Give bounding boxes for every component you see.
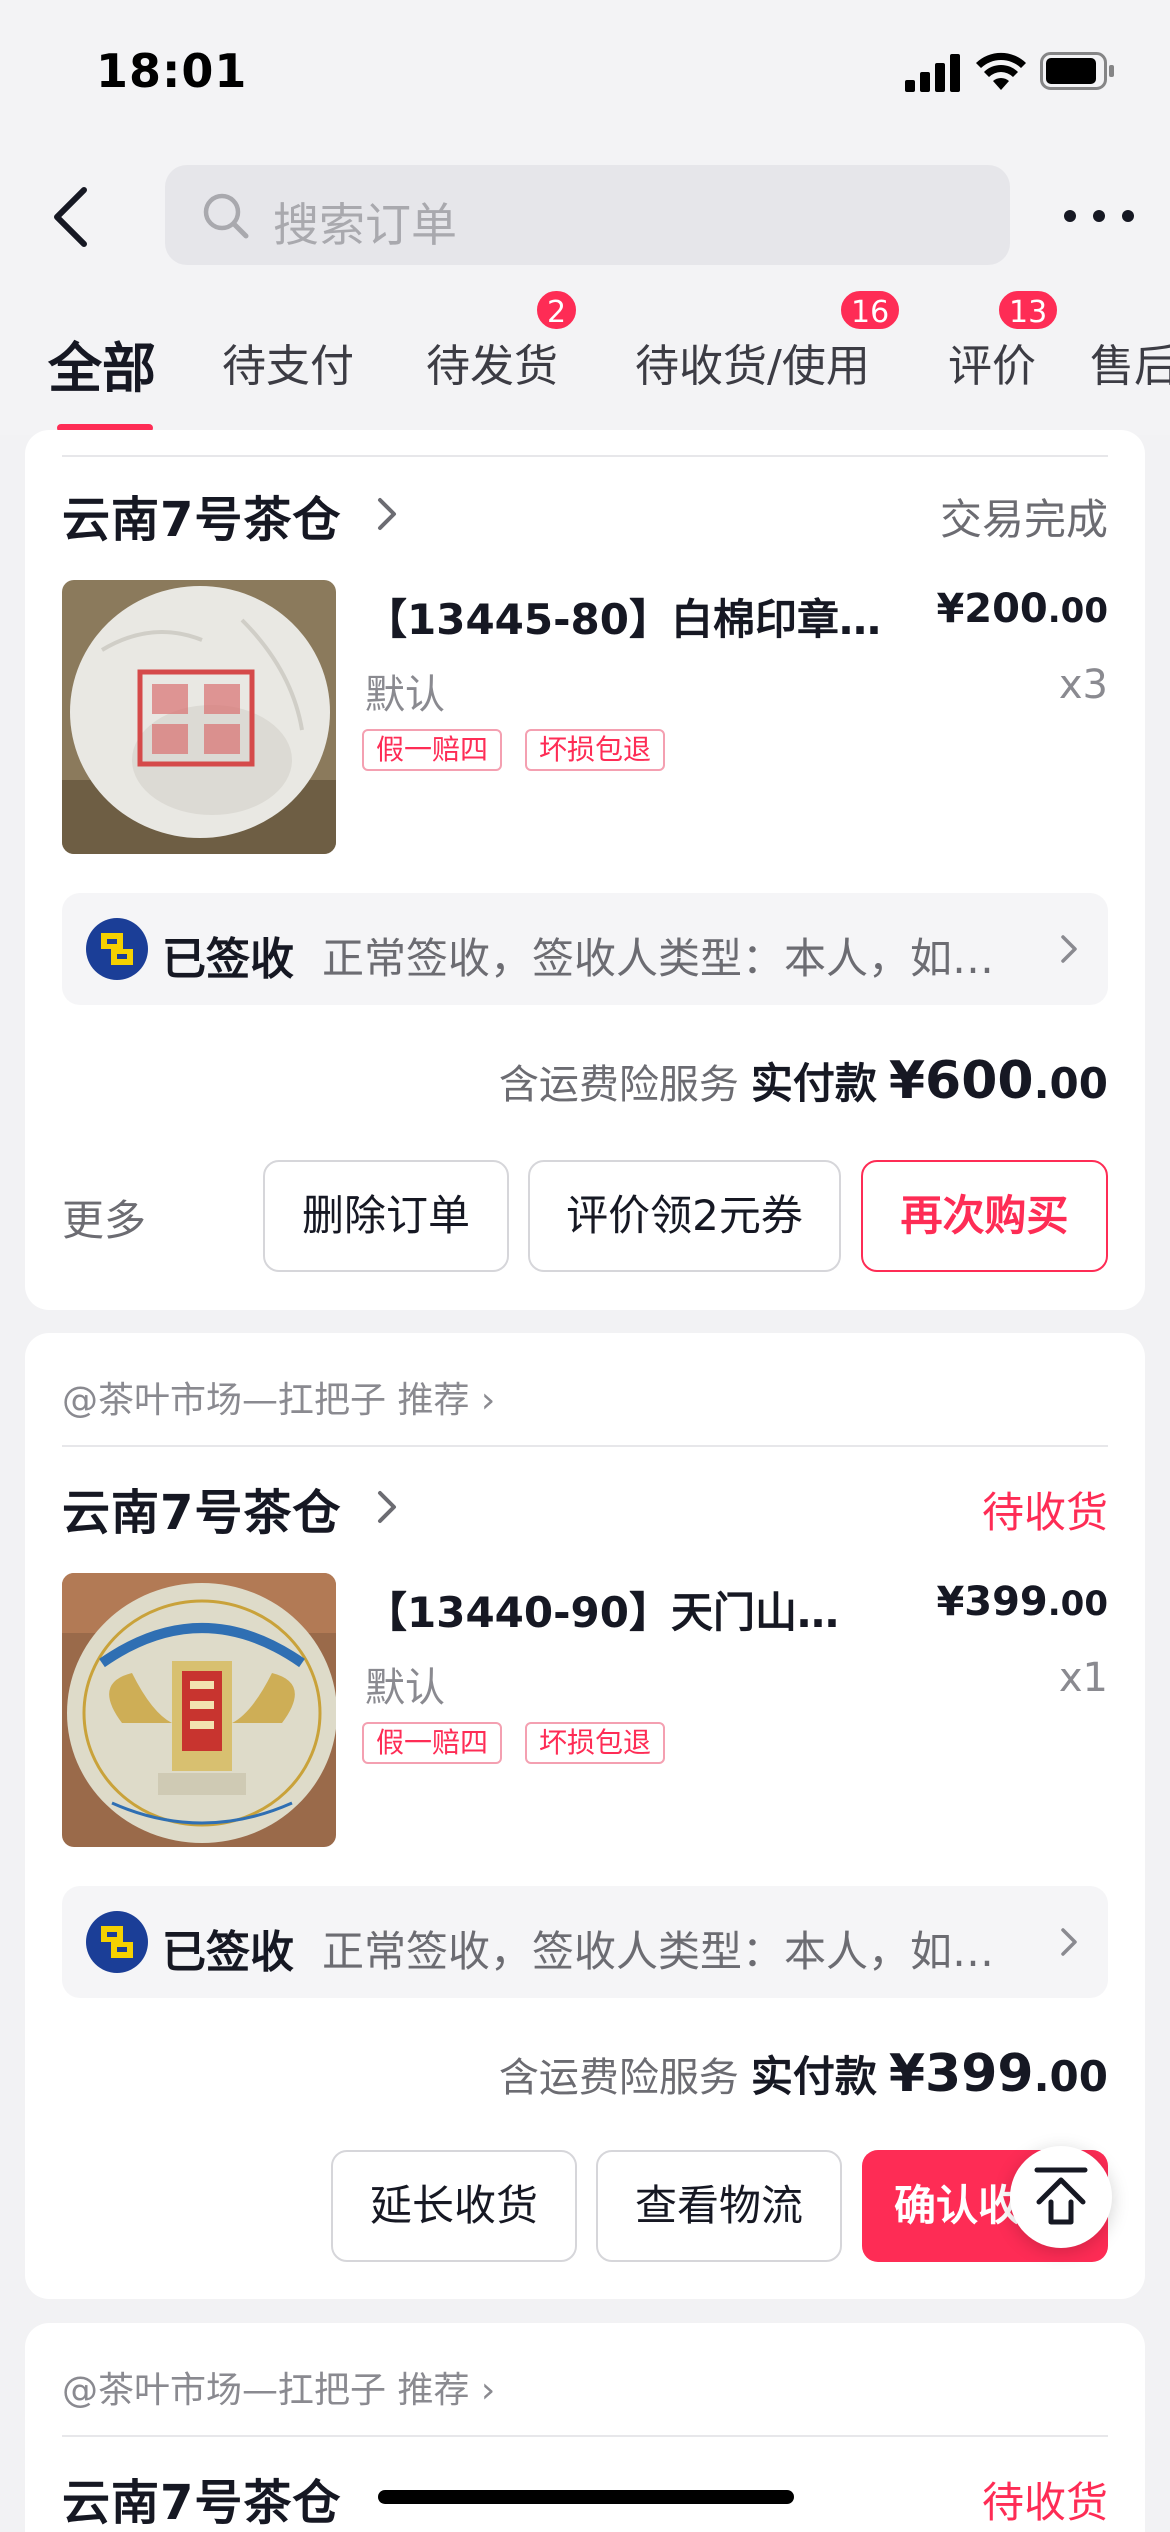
search-placeholder: 搜索订单 (273, 198, 457, 252)
chevron-right-icon (1061, 1928, 1077, 1956)
home-indicator[interactable] (378, 2490, 794, 2504)
shop-name[interactable]: 云南7号茶仓 (62, 2463, 341, 2532)
amount-decimal: .00 (1033, 2052, 1108, 2101)
price-integer: ¥399 (936, 1579, 1048, 1625)
service-tag: 假一赔四 (362, 1722, 503, 1764)
shipping-insurance-label: 含运费险服务 (498, 1062, 739, 1108)
tab-badge-pending-shipment: 2 (534, 288, 580, 332)
tab-pending-receipt[interactable]: 待收货/使用 (635, 330, 870, 394)
tab-all[interactable]: 全部 (48, 324, 156, 403)
shop-name[interactable]: 云南7号茶仓 (62, 480, 341, 550)
product-price: ¥200.00 (936, 586, 1108, 632)
order-card: 云南7号茶仓 交易完成 【13445-80】白棉印章… ¥200.00 默认 x… (25, 430, 1145, 1310)
product-title[interactable]: 【13445-80】白棉印章… (365, 586, 881, 647)
paid-amount: ¥399.00 (889, 2044, 1108, 2104)
recommender-line[interactable]: @茶叶市场—扛把子 推荐 › (62, 2361, 495, 2413)
amount-integer: ¥600 (888, 1051, 1034, 1111)
product-image[interactable] (62, 1573, 336, 1847)
divider (62, 2435, 1108, 2437)
extend-receipt-button[interactable]: 延长收货 (331, 2150, 577, 2262)
chevron-right-icon: › (480, 1380, 496, 1421)
order-card: @茶叶市场—扛把子 推荐 › 云南7号茶仓 待收货 【13440-90】天门山…… (25, 1333, 1145, 2299)
delete-order-button[interactable]: 删除订单 (263, 1160, 509, 1272)
logistics-status-bar[interactable]: 已签收 正常签收，签收人类型：本人，如… (62, 893, 1108, 1005)
chevron-right-icon[interactable] (372, 1487, 402, 1527)
logistics-status-bar[interactable]: 已签收 正常签收，签收人类型：本人，如… (62, 1886, 1108, 1998)
arrow-up-icon (1034, 2167, 1088, 2225)
order-total: 含运费险服务 实付款 ¥600.00 (499, 1050, 1108, 1111)
recommender-text: @茶叶市场—扛把子 推荐 (62, 2370, 470, 2411)
tab-badge-pending-receipt: 16 (838, 288, 903, 332)
cellular-signal-icon (905, 54, 960, 92)
logistics-detail: 正常签收，签收人类型：本人，如… (322, 1927, 995, 1976)
courier-logo-icon (86, 918, 148, 980)
more-link[interactable]: 更多 (62, 1187, 146, 1248)
divider (62, 455, 1108, 457)
back-arrow-icon[interactable] (40, 182, 110, 252)
service-tag: 坏损包退 (525, 729, 666, 771)
wifi-icon (976, 52, 1026, 90)
order-total: 含运费险服务 实付款 ¥399.00 (499, 2043, 1108, 2104)
search-icon (203, 193, 249, 239)
service-tag: 假一赔四 (362, 729, 503, 771)
header: 搜索订单 (0, 150, 1170, 280)
chevron-right-icon: › (480, 2370, 496, 2411)
product-quantity: x1 (1058, 1655, 1108, 1701)
amount-decimal: .00 (1033, 1059, 1108, 1108)
order-status: 待收货 (981, 1488, 1108, 1537)
status-bar: 18:01 (0, 0, 1170, 150)
tab-review[interactable]: 评价 (948, 330, 1036, 394)
price-integer: ¥200 (936, 586, 1048, 632)
amount-integer: ¥399 (888, 2044, 1034, 2104)
recommender-line[interactable]: @茶叶市场—扛把子 推荐 › (62, 1371, 495, 1423)
tab-after-sales[interactable]: 售后 (1090, 330, 1170, 394)
price-decimal: .00 (1047, 1584, 1108, 1624)
logistics-detail: 正常签收，签收人类型：本人，如… (322, 934, 995, 983)
order-status: 交易完成 (939, 495, 1108, 544)
review-coupon-button[interactable]: 评价领2元券 (528, 1160, 841, 1272)
chevron-right-icon[interactable] (372, 494, 402, 534)
order-tabs: 全部 待支付 待发货 2 待收货/使用 16 评价 13 售后 (0, 280, 1170, 435)
tab-pending-shipment[interactable]: 待发货 (426, 330, 558, 394)
paid-label: 实付款 (750, 1059, 877, 1108)
back-to-top-button[interactable] (1010, 2146, 1112, 2248)
order-status: 待收货 (981, 2478, 1108, 2527)
tab-badge-review: 13 (996, 288, 1061, 332)
product-spec: 默认 (365, 1665, 445, 1711)
view-logistics-button[interactable]: 查看物流 (596, 2150, 842, 2262)
shop-name[interactable]: 云南7号茶仓 (62, 1473, 341, 1543)
recommender-text: @茶叶市场—扛把子 推荐 (62, 1380, 470, 1421)
battery-icon (1040, 52, 1114, 90)
price-decimal: .00 (1047, 591, 1108, 631)
product-price: ¥399.00 (936, 1579, 1108, 1625)
logistics-title: 已签收 (162, 1927, 294, 1978)
product-quantity: x3 (1058, 662, 1108, 708)
paid-amount: ¥600.00 (889, 1051, 1108, 1111)
tab-pending-payment[interactable]: 待支付 (222, 330, 354, 394)
status-time: 18:01 (96, 44, 248, 98)
paid-label: 实付款 (750, 2052, 877, 2101)
more-options-icon[interactable] (1060, 190, 1140, 240)
courier-logo-icon (86, 1911, 148, 1973)
divider (62, 1445, 1108, 1447)
buy-again-button[interactable]: 再次购买 (861, 1160, 1108, 1272)
product-image[interactable] (62, 580, 336, 854)
chevron-right-icon (1061, 935, 1077, 963)
service-tag: 坏损包退 (525, 1722, 666, 1764)
shipping-insurance-label: 含运费险服务 (498, 2055, 739, 2101)
product-spec: 默认 (365, 672, 445, 718)
logistics-title: 已签收 (162, 934, 294, 985)
search-input[interactable]: 搜索订单 (165, 165, 1010, 265)
product-title[interactable]: 【13440-90】天门山… (365, 1579, 839, 1640)
